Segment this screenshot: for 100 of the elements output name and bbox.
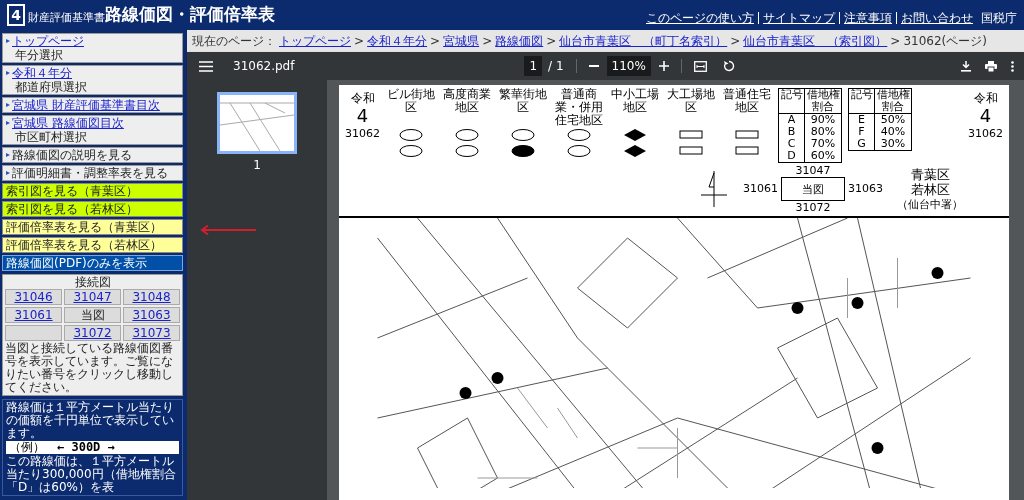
sidebar-label: 評価倍率表を見る（青葉区） bbox=[6, 220, 162, 234]
sidebar-link[interactable]: 宮城県 財産評価基準書目次 bbox=[12, 98, 160, 112]
sidebar-item[interactable]: 路線価図(PDF)のみを表示 bbox=[2, 255, 183, 271]
legend-label: 繁華街地区 bbox=[498, 88, 548, 116]
separator-icon: > bbox=[546, 32, 557, 50]
sheet-link[interactable]: 31048 bbox=[123, 289, 180, 305]
sidebar-item[interactable]: ▸ 路線価図の説明を見る bbox=[2, 147, 183, 163]
example-value: ← 300D → bbox=[57, 441, 115, 454]
table-header: 借地権割合 bbox=[875, 89, 911, 113]
legend-symbol-icon bbox=[399, 128, 423, 158]
sidebar-item[interactable]: ▸ 宮城県 財産評価基準書目次 bbox=[2, 97, 183, 113]
sidebar-link[interactable]: トップページ bbox=[12, 34, 84, 48]
sidebar-item[interactable]: ▸ 宮城県 路線価図目次 市区町村選択 bbox=[2, 115, 183, 145]
sheet-link[interactable]: 31061 bbox=[5, 307, 62, 323]
table-cell: E bbox=[849, 114, 875, 126]
page-number-field[interactable]: 1 bbox=[524, 56, 543, 76]
sidebar-sublabel: 年分選択 bbox=[14, 48, 64, 62]
separator-icon: > bbox=[354, 32, 365, 50]
table-cell-text: 60% bbox=[809, 150, 837, 162]
table-cell: A bbox=[779, 114, 805, 126]
header-link[interactable]: サイトマップ bbox=[763, 9, 835, 27]
zoom-field[interactable]: 110% bbox=[606, 56, 651, 76]
more-icon[interactable] bbox=[1011, 60, 1014, 72]
current-sheet-box: 当図 bbox=[781, 177, 845, 201]
legend-symbol-icon bbox=[511, 128, 535, 158]
tax-office-name: （仙台中署） bbox=[897, 196, 963, 212]
sidebar-item[interactable]: ▸ 令和４年分 都道府県選択 bbox=[2, 65, 183, 95]
table-header: 記号 bbox=[779, 89, 805, 113]
legend-label: 高度商業地区 bbox=[442, 88, 492, 116]
sidebar-label: 路線価図(PDF)のみを表示 bbox=[6, 256, 147, 270]
fit-page-icon[interactable] bbox=[693, 60, 707, 72]
sidebar-item[interactable]: 評価倍率表を見る（青葉区） bbox=[2, 219, 183, 235]
sidebar-item[interactable]: 索引図を見る（若林区） bbox=[2, 201, 183, 217]
sheet-link[interactable]: 31073 bbox=[123, 325, 180, 341]
file-name: 31062.pdf bbox=[233, 58, 295, 75]
table-header: 借地権割合 bbox=[805, 89, 841, 113]
bullet-icon: ▸ bbox=[6, 116, 10, 130]
compass-icon bbox=[699, 169, 729, 209]
download-icon[interactable] bbox=[961, 60, 971, 72]
year-label: 4 bbox=[979, 107, 992, 125]
sidebar-item[interactable]: 評価倍率表を見る（若林区） bbox=[2, 237, 183, 253]
breadcrumb-label: 現在のページ： bbox=[192, 33, 276, 50]
agency-name: 国税庁 bbox=[981, 10, 1017, 27]
sidebar-link[interactable]: 令和４年分 bbox=[12, 66, 72, 80]
legend-label: ビル街地区 bbox=[386, 88, 436, 116]
legend-label: 普通商業・併用住宅地区 bbox=[554, 88, 604, 128]
logo-number: 4 bbox=[7, 4, 25, 26]
table-cell-text: 50% bbox=[879, 114, 907, 126]
sidebar-item[interactable]: 索引図を見る（青葉区） bbox=[2, 183, 183, 199]
legend-symbol-icon bbox=[455, 128, 479, 158]
header-link[interactable]: 注意事項 bbox=[844, 9, 892, 27]
breadcrumb-link[interactable]: 仙台市青葉区 （索引図） bbox=[743, 32, 888, 50]
rotate-icon[interactable] bbox=[722, 60, 735, 72]
separator-icon: > bbox=[890, 32, 901, 50]
breadcrumb-link[interactable]: 宮城県 bbox=[443, 32, 480, 50]
legend-symbol-icon bbox=[735, 128, 759, 158]
panel-title: 接続図 bbox=[73, 276, 112, 289]
sheet-link[interactable]: 31046 bbox=[5, 289, 62, 305]
table-cell: C bbox=[779, 138, 805, 150]
legend-symbol-icon bbox=[623, 128, 647, 158]
table-cell-text: 80% bbox=[809, 126, 837, 138]
sidebar-label: 索引図を見る（青葉区） bbox=[6, 184, 138, 198]
breadcrumb-current: 31062(ページ) bbox=[903, 33, 987, 50]
info-text: 路線価は１平方メートル当たりの価額を千円単位で表示しています。 bbox=[6, 401, 175, 440]
era-label: 令和 bbox=[973, 92, 998, 104]
menu-icon[interactable] bbox=[199, 60, 213, 72]
current-sheet-cell: 当図 bbox=[64, 307, 121, 323]
arrow-icon bbox=[200, 225, 256, 235]
panel-note: 当図と接続している路線価図番号を表示しています。ご覧になりたい番号をクリックし移動してください。 bbox=[5, 342, 174, 394]
breadcrumb-link[interactable]: 仙台市青葉区 （町丁名索引） bbox=[559, 32, 728, 50]
page-title: 路線価図・評価倍率表 bbox=[105, 3, 275, 27]
sidebar-label: 評価明細書・調整率表を見る bbox=[12, 166, 168, 180]
bullet-icon: ▸ bbox=[6, 34, 10, 48]
ward-name: 青葉区 bbox=[910, 166, 950, 182]
separator-icon: > bbox=[430, 32, 441, 50]
separator-icon: > bbox=[482, 32, 493, 50]
table-header: 記号 bbox=[849, 89, 875, 113]
bullet-icon: ▸ bbox=[6, 166, 10, 180]
bullet-icon: ▸ bbox=[6, 66, 10, 80]
page-total: / 1 bbox=[548, 58, 564, 75]
sidebar-item[interactable]: ▸ トップページ 年分選択 bbox=[2, 33, 183, 63]
table-cell: B bbox=[779, 126, 805, 138]
example-label: （例） bbox=[9, 441, 45, 454]
separator-icon: > bbox=[730, 32, 741, 50]
sidebar-item[interactable]: ▸ 評価明細書・調整率表を見る bbox=[2, 165, 183, 181]
breadcrumb-link[interactable]: 路線価図 bbox=[495, 32, 544, 50]
sheet-link[interactable]: 31072 bbox=[64, 325, 121, 341]
site-subtitle: 財産評価基準書 bbox=[28, 10, 105, 26]
sheet-link[interactable]: 31047 bbox=[64, 289, 121, 305]
page-thumbnail[interactable] bbox=[217, 92, 297, 154]
print-icon[interactable] bbox=[985, 60, 997, 72]
bullet-icon: ▸ bbox=[6, 148, 10, 162]
breadcrumb-link[interactable]: トップページ bbox=[279, 32, 351, 50]
sidebar-link[interactable]: 宮城県 路線価図目次 bbox=[12, 116, 124, 130]
zoom-in-icon[interactable] bbox=[658, 61, 669, 71]
header-link[interactable]: このページの使い方 bbox=[646, 9, 754, 27]
breadcrumb-link[interactable]: 令和４年分 bbox=[367, 32, 428, 50]
header-link[interactable]: お問い合わせ bbox=[901, 9, 973, 27]
sheet-link[interactable]: 31063 bbox=[123, 307, 180, 323]
era-label: 令和 bbox=[350, 92, 375, 104]
